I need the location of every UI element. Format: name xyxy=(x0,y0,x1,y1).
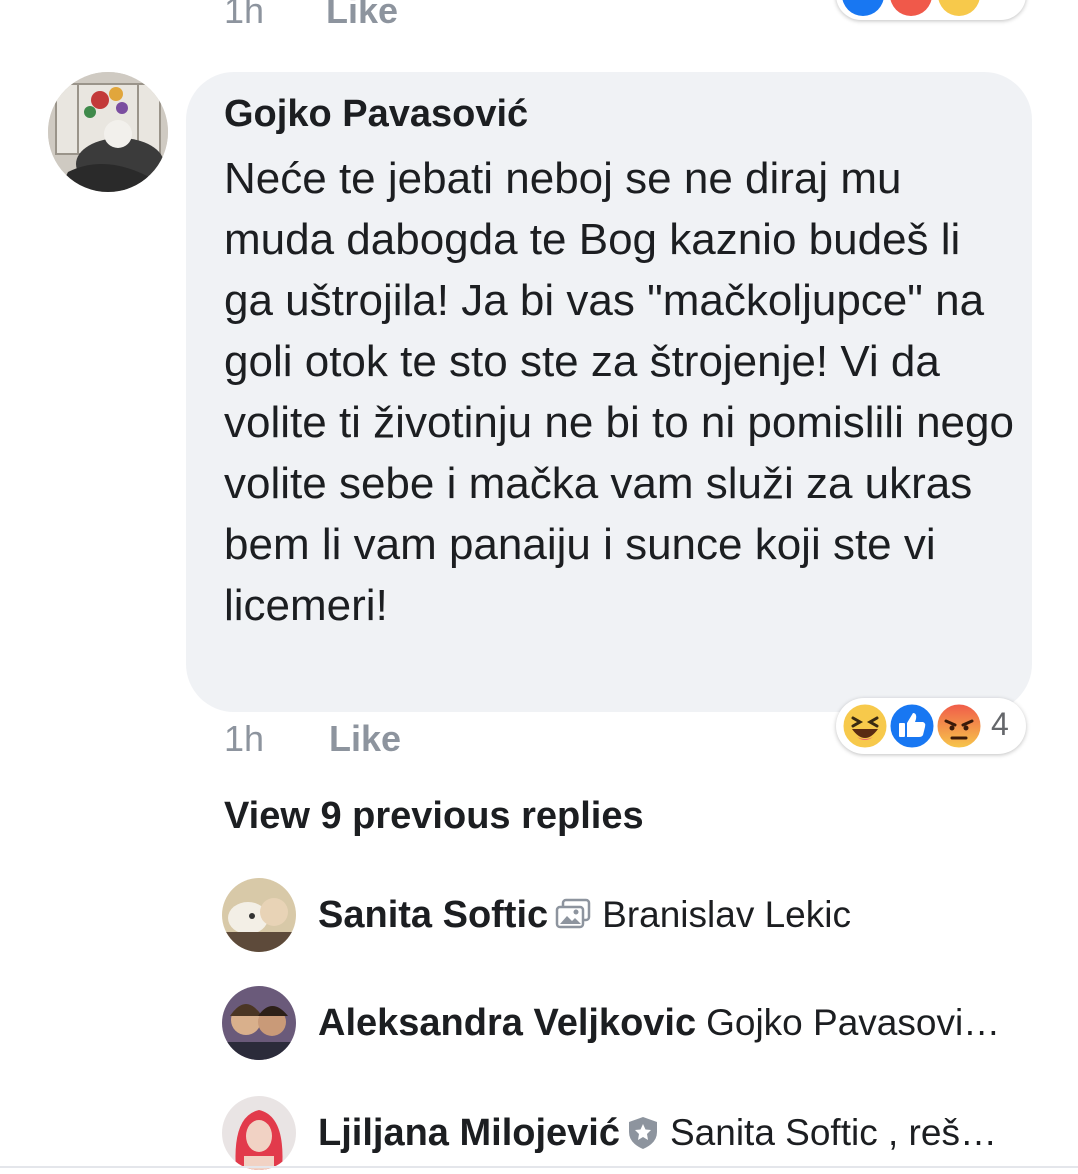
like-icon xyxy=(887,701,937,751)
reply-author[interactable]: Aleksandra Veljkovic xyxy=(318,1002,696,1045)
comment-meta: 1h Like xyxy=(224,718,401,760)
reply-author[interactable]: Ljiljana Milojević xyxy=(318,1112,620,1155)
reply-author[interactable]: Sanita Softic xyxy=(318,894,548,937)
reply-item[interactable]: Ljiljana Milojević Sanita Softic , reš… xyxy=(222,1096,997,1170)
comment-text: Neće te jebati neboj se ne diraj mu muda… xyxy=(224,154,1014,630)
divider xyxy=(0,1166,1078,1168)
reply-preview: Gojko Pavasovi… xyxy=(706,1002,1001,1043)
previous-reactions-pill[interactable]: 3 xyxy=(836,0,1026,20)
image-icon xyxy=(554,898,592,932)
avatar[interactable] xyxy=(222,986,296,1060)
reply-preview: Sanita Softic , reš… xyxy=(669,1112,997,1153)
avatar[interactable] xyxy=(222,878,296,952)
like-button[interactable]: Like xyxy=(329,718,401,760)
previous-comment-time: 1h xyxy=(224,0,265,31)
angry-icon xyxy=(934,701,984,751)
avatar-image xyxy=(222,1096,296,1170)
reply-item[interactable]: Aleksandra Veljkovic Gojko Pavasovi… xyxy=(222,986,1000,1060)
avatar[interactable] xyxy=(222,1096,296,1170)
like-icon xyxy=(842,0,884,16)
avatar-image xyxy=(222,986,296,1060)
reply-item[interactable]: Sanita Softic Branislav Lekic xyxy=(222,878,851,952)
shield-icon xyxy=(626,1115,660,1151)
comment-author[interactable]: Gojko Pavasović xyxy=(224,93,528,136)
previous-comment-meta: 1h Like xyxy=(224,0,398,32)
love-icon xyxy=(890,0,932,16)
haha-icon xyxy=(840,701,890,751)
avatar[interactable] xyxy=(48,72,168,192)
comment-time[interactable]: 1h xyxy=(224,718,329,760)
previous-reaction-count: 3 xyxy=(990,0,1007,6)
reply-preview: Branislav Lekic xyxy=(602,894,851,935)
angry-icon xyxy=(938,0,980,16)
reactions-pill[interactable]: 4 xyxy=(836,698,1026,754)
avatar-image xyxy=(222,878,296,952)
previous-like-button[interactable]: Like xyxy=(326,0,398,32)
reaction-count: 4 xyxy=(991,706,1009,742)
avatar-image xyxy=(48,72,168,192)
view-previous-replies-link[interactable]: View 9 previous replies xyxy=(224,795,644,838)
